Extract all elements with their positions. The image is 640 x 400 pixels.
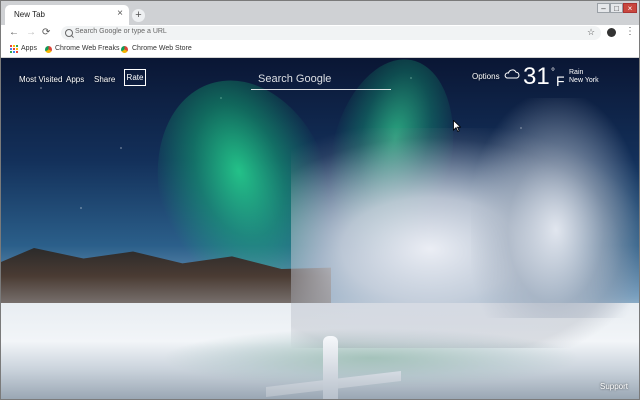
weather-temperature: 31 <box>523 63 550 90</box>
tab-new-tab[interactable]: New Tab × <box>5 5 129 25</box>
new-tab-page: Most Visited Apps Share Rate Options 31 … <box>1 58 639 399</box>
minimize-button[interactable]: – <box>597 3 610 13</box>
bookmark-chrome-web-freaks[interactable]: Chrome Web Freaks <box>55 45 119 52</box>
bookmark-star-icon[interactable]: ☆ <box>587 27 595 38</box>
forward-arrow-icon[interactable]: → <box>26 27 36 39</box>
tab-close-icon[interactable]: × <box>117 9 123 19</box>
browser-window: New Tab × + – □ × ← → ⟳ Search Google or… <box>0 0 640 400</box>
back-arrow-icon[interactable]: ← <box>9 27 19 39</box>
google-search-input[interactable] <box>256 70 390 88</box>
cloud-icon <box>504 69 520 79</box>
weather-degree: ° <box>551 67 555 78</box>
chrome-web-freaks-favicon-icon <box>45 46 52 53</box>
maximize-button[interactable]: □ <box>610 3 623 13</box>
bookmarks-bar: Apps Chrome Web Freaks Chrome Web Store <box>1 42 639 58</box>
apps-grid-icon[interactable] <box>10 45 18 53</box>
omnibox-placeholder: Search Google or type a URL <box>75 28 167 35</box>
apps-grid-dot <box>10 48 12 50</box>
rate-button[interactable]: Rate <box>124 69 146 86</box>
chrome-menu-icon[interactable]: ⋮ <box>625 26 635 38</box>
reload-icon[interactable]: ⟳ <box>42 27 50 39</box>
tab-strip: New Tab × + – □ × <box>1 1 639 25</box>
weather-unit[interactable]: F <box>556 73 565 89</box>
mouse-cursor-icon <box>453 120 461 132</box>
apps-grid-dot <box>16 45 18 47</box>
apps-grid-dot <box>16 51 18 53</box>
apps-grid-dot <box>13 45 15 47</box>
wallpaper-fence-post <box>323 336 338 399</box>
tab-title: New Tab <box>14 10 45 19</box>
apps-grid-dot <box>13 48 15 50</box>
weather-condition: Rain <box>569 69 584 76</box>
omnibox[interactable]: Search Google or type a URL <box>61 26 601 40</box>
apps-grid-dot <box>10 51 12 53</box>
apps-grid-dot <box>13 51 15 53</box>
share-link[interactable]: Share <box>94 75 115 84</box>
browser-toolbar: ← → ⟳ Search Google or type a URL ☆ ⋮ <box>1 25 639 42</box>
profile-avatar-icon[interactable] <box>607 28 616 37</box>
most-visited-link[interactable]: Most Visited <box>19 75 62 84</box>
wallpaper-snowy-tree <box>471 98 639 318</box>
weather-city: New York <box>569 77 599 84</box>
bookmark-apps[interactable]: Apps <box>21 45 37 52</box>
chrome-web-store-favicon-icon <box>121 46 128 53</box>
new-tab-button[interactable]: + <box>132 9 145 22</box>
close-window-button[interactable]: × <box>623 3 637 13</box>
apps-link[interactable]: Apps <box>66 75 84 84</box>
google-search-box <box>251 69 391 90</box>
bookmark-chrome-web-store[interactable]: Chrome Web Store <box>132 45 192 52</box>
apps-grid-dot <box>10 45 12 47</box>
support-link[interactable]: Support <box>600 382 628 391</box>
search-icon <box>65 29 73 37</box>
options-link[interactable]: Options <box>472 72 500 81</box>
apps-grid-dot <box>16 48 18 50</box>
